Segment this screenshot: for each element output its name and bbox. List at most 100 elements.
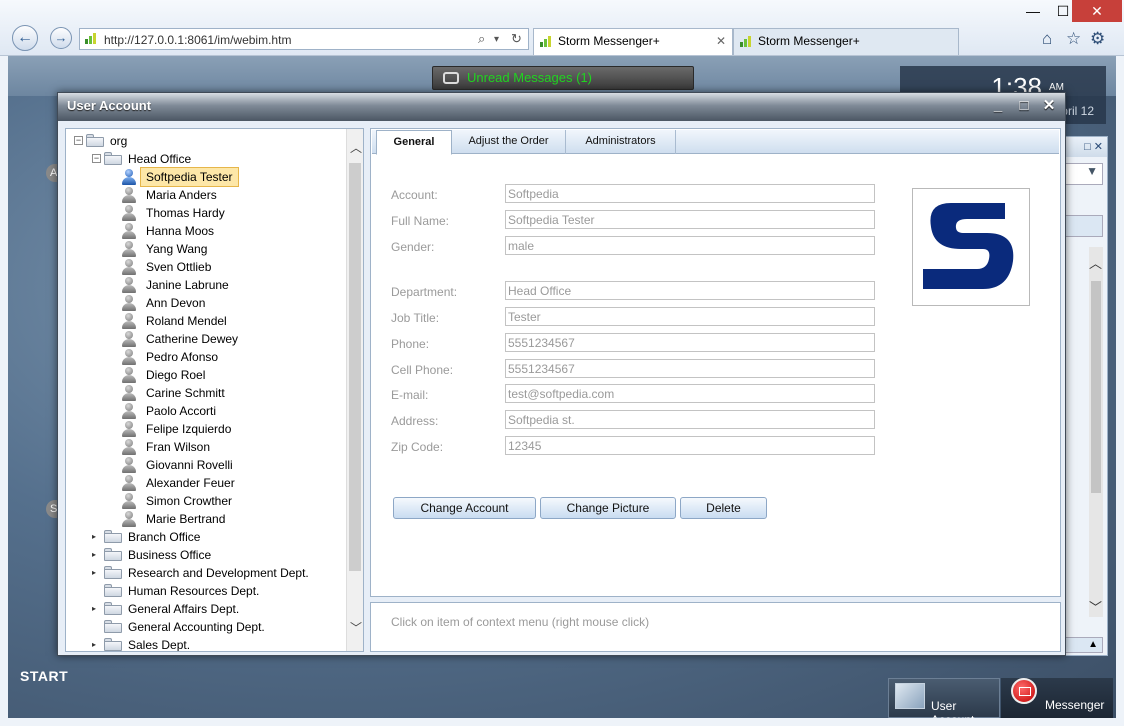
tree-user-item[interactable]: Sven Ottlieb [66, 258, 346, 276]
home-icon[interactable]: ⌂ [1042, 29, 1052, 49]
tree-user-item[interactable]: Pedro Afonso [66, 348, 346, 366]
tree-user-item[interactable]: Maria Anders [66, 186, 346, 204]
tree-node-group[interactable]: − Head Office [66, 150, 346, 168]
expand-arrow-icon[interactable]: ▸ [92, 528, 96, 546]
browser-close-button[interactable]: ✕ [1072, 0, 1122, 22]
user-picture [912, 188, 1030, 306]
tree-user-item[interactable]: Fran Wilson [66, 438, 346, 456]
refresh-icon[interactable]: ↻ [511, 31, 522, 47]
search-icon[interactable]: ⌕ [478, 31, 485, 47]
tree-user-item[interactable]: Ann Devon [66, 294, 346, 312]
scrollbar-thumb[interactable] [349, 163, 361, 571]
tree-user-item[interactable]: Softpedia Tester [66, 167, 346, 187]
tree-user-item[interactable]: Roland Mendel [66, 312, 346, 330]
zip-code-field[interactable] [505, 436, 875, 455]
panel-bottom-button[interactable]: ▲ [1065, 637, 1103, 653]
scroll-up-icon[interactable]: ︿ [1089, 253, 1102, 272]
window-maximize-button[interactable]: □ [1013, 96, 1035, 116]
expand-arrow-icon[interactable]: ▸ [92, 636, 96, 651]
taskbar-label: Messenger [1045, 698, 1105, 712]
change-account-button[interactable]: Change Account [393, 497, 536, 519]
phone-field[interactable] [505, 333, 875, 352]
delete-button[interactable]: Delete [680, 497, 767, 519]
email-field[interactable] [505, 384, 875, 403]
tree-user-item[interactable]: Thomas Hardy [66, 204, 346, 222]
tree-user-item[interactable]: Paolo Accorti [66, 402, 346, 420]
address-bar[interactable]: http://127.0.0.1:8061/im/webim.htm ⌕ ▾ ↻ [79, 28, 529, 50]
folder-icon [104, 530, 122, 543]
dropdown-icon[interactable]: ▾ [494, 34, 499, 45]
address-label: Address: [391, 414, 439, 428]
close-tab-icon[interactable]: ✕ [716, 29, 726, 54]
panel-header[interactable]: □ ✕ [1061, 137, 1107, 157]
taskbar-messenger[interactable]: Messenger [1001, 678, 1113, 718]
user-icon [121, 259, 137, 276]
tree-node-department[interactable]: ▸ General Affairs Dept. [66, 600, 346, 618]
tree-label: org [110, 134, 128, 148]
tree-node-department[interactable]: General Accounting Dept. [66, 618, 346, 636]
department-field[interactable] [505, 281, 875, 300]
scroll-down-icon[interactable]: ﹀ [349, 619, 363, 636]
tree-user-item[interactable]: Yang Wang [66, 240, 346, 258]
tree-user-item[interactable]: Janine Labrune [66, 276, 346, 294]
panel-dropdown[interactable]: ▼ [1065, 163, 1103, 185]
tree-user-item[interactable]: Felipe Izquierdo [66, 420, 346, 438]
user-icon [121, 187, 137, 204]
phone-label: Phone: [391, 337, 430, 351]
tab-adjust-order[interactable]: Adjust the Order [452, 130, 566, 154]
tree-node-department[interactable]: ▸ Research and Development Dept. [66, 564, 346, 582]
taskbar-user-account[interactable]: User Account [888, 678, 1000, 718]
back-button[interactable]: ← [12, 25, 38, 51]
tab-general[interactable]: General [376, 130, 452, 155]
user-icon [121, 511, 137, 528]
user-icon [121, 205, 137, 222]
tree-node-department[interactable]: ▸ Branch Office [66, 528, 346, 546]
cell-phone-field[interactable] [505, 359, 875, 378]
change-picture-button[interactable]: Change Picture [540, 497, 676, 519]
tree-user-item[interactable]: Carine Schmitt [66, 384, 346, 402]
tab-administrators[interactable]: Administrators [566, 130, 676, 154]
browser-tab-1[interactable]: Storm Messenger+ ✕ [533, 28, 733, 55]
tree-label: Carine Schmitt [146, 386, 225, 400]
forward-button[interactable]: → [50, 27, 72, 49]
window-title[interactable]: User Account [58, 93, 1065, 121]
panel-scrollbar[interactable] [1089, 247, 1103, 617]
tree-label: Felipe Izquierdo [146, 422, 232, 436]
tree-user-item[interactable]: Marie Bertrand [66, 510, 346, 528]
background-panel: □ ✕ ▼ ︿ ﹀ ▲ [1060, 136, 1108, 656]
tree-scrollbar[interactable]: ︿ ﹀ [346, 129, 363, 651]
window-minimize-button[interactable]: _ [987, 96, 1009, 116]
user-icon [121, 457, 137, 474]
tree-user-item[interactable]: Giovanni Rovelli [66, 456, 346, 474]
window-close-button[interactable]: ✕ [1038, 96, 1060, 116]
tree-label: Hanna Moos [146, 224, 215, 238]
tree-node-department[interactable]: ▸ Sales Dept. [66, 636, 346, 651]
tree-node-root[interactable]: − org [66, 132, 346, 150]
tree-user-item[interactable]: Diego Roel [66, 366, 346, 384]
expand-arrow-icon[interactable]: ▸ [92, 600, 96, 618]
tree-user-item[interactable]: Catherine Dewey [66, 330, 346, 348]
scroll-down-icon[interactable]: ﹀ [1089, 597, 1102, 616]
job-title-field[interactable] [505, 307, 875, 326]
expand-arrow-icon[interactable]: ▸ [92, 564, 96, 582]
unread-messages-button[interactable]: Unread Messages (1) [432, 66, 694, 90]
tree-label: Sven Ottlieb [146, 260, 212, 274]
expand-arrow-icon[interactable]: ▸ [92, 546, 96, 564]
scroll-up-icon[interactable]: ︿ [349, 139, 363, 156]
star-icon[interactable]: ☆ [1066, 29, 1081, 49]
scrollbar-thumb[interactable] [1091, 281, 1101, 493]
tree-user-item[interactable]: Hanna Moos [66, 222, 346, 240]
tree-user-item[interactable]: Simon Crowther [66, 492, 346, 510]
address-field[interactable] [505, 410, 875, 429]
tree-label: Giovanni Rovelli [146, 458, 233, 472]
collapse-icon[interactable]: − [74, 136, 83, 145]
tree-node-department[interactable]: Human Resources Dept. [66, 582, 346, 600]
collapse-icon[interactable]: − [92, 154, 101, 163]
gender-field[interactable] [505, 236, 875, 255]
full-name-field[interactable] [505, 210, 875, 229]
tree-node-department[interactable]: ▸ Business Office [66, 546, 346, 564]
account-field[interactable] [505, 184, 875, 203]
tree-user-item[interactable]: Alexander Feuer [66, 474, 346, 492]
browser-tab-2[interactable]: Storm Messenger+ [733, 28, 959, 55]
gear-icon[interactable]: ⚙ [1090, 29, 1105, 49]
